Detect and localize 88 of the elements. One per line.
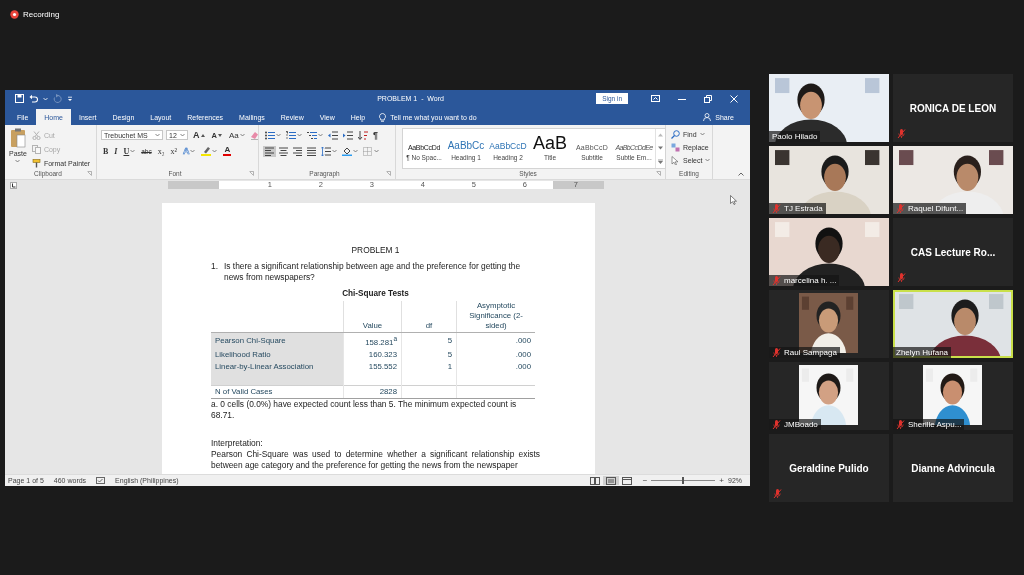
paint-bucket-icon[interactable]	[342, 146, 352, 156]
caret-icon	[239, 133, 245, 137]
increase-indent-icon[interactable]	[343, 130, 353, 140]
caret-up-icon	[200, 133, 205, 137]
clipboard-icon	[9, 128, 26, 148]
participant-name: Sherille Aspu...	[908, 420, 962, 429]
caret-icon	[180, 133, 185, 137]
participant-name: marcelina h. ...	[784, 276, 837, 285]
recording-icon	[10, 10, 19, 19]
list-number: 1.	[211, 261, 219, 273]
format-button[interactable]: U	[121, 146, 138, 156]
tab-selector-icon[interactable]	[10, 181, 17, 189]
format-button[interactable]: B	[101, 146, 111, 156]
decrease-indent-icon[interactable]	[328, 130, 338, 140]
copy-icon	[31, 144, 41, 154]
caret-icon	[276, 133, 281, 137]
close-icon[interactable]	[730, 94, 738, 103]
participant-name: Paolo Hilado	[772, 132, 818, 141]
search-icon	[671, 129, 680, 139]
caret-icon	[43, 96, 48, 101]
format-button[interactable]: I	[112, 146, 120, 156]
align-left-icon[interactable]	[265, 146, 274, 156]
read-view-icon[interactable]	[589, 476, 600, 485]
scissors-icon	[31, 130, 41, 140]
paragraph: Pearson Chi-Square was used to determine whether a significant relationship exists between age category and the preference for getting the news from the newspaper	[211, 448, 540, 471]
caret-icon	[297, 133, 302, 137]
highlighter-icon[interactable]	[201, 146, 212, 156]
scroll-down-icon[interactable]	[658, 146, 663, 150]
line-spacing-icon[interactable]	[321, 146, 331, 156]
document-heading: PROBLEM 1	[350, 245, 401, 256]
mouse-pointer-icon	[730, 195, 737, 205]
collapse-ribbon-icon[interactable]	[738, 172, 744, 176]
participant-name: JMBoado	[784, 420, 818, 429]
numbering-icon[interactable]	[286, 130, 296, 140]
participant-name: Raul Sampaga	[784, 348, 837, 357]
caret-icon	[130, 149, 136, 153]
restore-icon[interactable]	[704, 94, 712, 103]
save-icon[interactable]	[15, 94, 24, 103]
caret-icon	[15, 159, 21, 163]
brush-icon	[31, 158, 41, 168]
pointer-icon	[671, 155, 680, 165]
caret-icon	[155, 133, 160, 137]
change-case-button[interactable]: Aa	[226, 130, 247, 140]
participant-name: Dianne Advincula	[911, 462, 995, 474]
customize-icon[interactable]	[67, 95, 73, 102]
person-icon	[703, 113, 712, 121]
align-justify-icon[interactable]	[307, 146, 316, 156]
caret-icon	[190, 149, 196, 153]
caret-icon	[212, 149, 218, 153]
participant-name: Raquel Difunt...	[908, 204, 964, 213]
caret-icon	[705, 158, 711, 162]
caret-icon	[353, 149, 358, 153]
format-button[interactable]: x₂	[155, 146, 167, 156]
lightbulb-icon	[379, 112, 387, 122]
ribbon-display-icon[interactable]	[651, 95, 660, 102]
participant-name: Zhelyn Hufana	[896, 348, 949, 357]
grow-font-button[interactable]: A	[191, 130, 207, 140]
zoom-slider-thumb[interactable]	[682, 477, 685, 484]
align-center-icon[interactable]	[279, 146, 288, 156]
web-view-icon[interactable]	[621, 476, 632, 485]
caret-icon	[374, 149, 379, 153]
format-button[interactable]: x²	[168, 146, 179, 156]
bullets-icon[interactable]	[265, 130, 275, 140]
proofing-icon[interactable]	[96, 477, 106, 484]
caret-icon	[699, 132, 705, 136]
table-footnote: a. 0 cells (0.0%) have expected count less than 5. The minimum expected count is 68.71.	[211, 398, 518, 421]
zoom-in-button[interactable]: +	[719, 476, 724, 485]
sort-icon[interactable]	[358, 130, 368, 140]
participant-name: Geraldine Pulido	[789, 462, 869, 474]
question-text: Is there a significant relationship between age and the preference for getting the news from newspapers?	[224, 261, 522, 283]
more-icon[interactable]	[658, 158, 663, 164]
caret-icon	[332, 149, 337, 153]
align-right-icon[interactable]	[293, 146, 302, 156]
caret-icon	[318, 133, 323, 137]
show-marks-button[interactable]: ¶	[371, 130, 380, 140]
participant-name: RONICA DE LEON	[909, 102, 997, 114]
print-view-icon[interactable]	[605, 476, 616, 485]
zoom-out-button[interactable]: −	[642, 476, 648, 485]
multilevel-list-icon[interactable]	[307, 130, 317, 140]
font-color-button[interactable]: A	[221, 146, 234, 156]
recording-label: Recording	[23, 10, 60, 19]
replace-icon	[671, 142, 680, 152]
participant-name: TJ Estrada	[784, 204, 823, 213]
undo-icon[interactable]	[29, 94, 38, 103]
caret-down-icon	[217, 133, 222, 137]
interpretation-label: Interpretation:	[211, 437, 264, 449]
participant-name: CAS Lecture Ro...	[910, 246, 996, 258]
table-title: Chi-Square Tests	[341, 288, 410, 299]
